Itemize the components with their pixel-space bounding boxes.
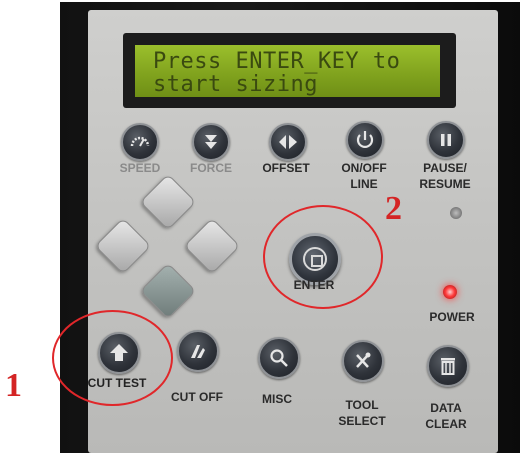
offset-icon <box>279 135 297 149</box>
on-off-line-button[interactable] <box>346 121 384 159</box>
status-led <box>450 207 462 219</box>
speed-label: SPEED <box>119 161 161 175</box>
power-led <box>443 285 457 299</box>
trash-icon <box>441 358 455 375</box>
force-icon <box>205 135 217 149</box>
misc-button[interactable] <box>258 337 300 379</box>
tool-select-button[interactable] <box>342 340 384 382</box>
lcd-line-2: start sizing <box>153 72 318 97</box>
pause-icon <box>441 134 451 146</box>
pause-resume-button[interactable] <box>427 121 465 159</box>
annotation-number-1: 1 <box>5 367 22 404</box>
cut-icon <box>191 345 205 358</box>
offset-button[interactable] <box>269 123 307 161</box>
lcd-line-1: Press ENTER_KEY to <box>153 49 401 74</box>
annotation-circle-enter <box>263 205 383 309</box>
offset-label: OFFSET <box>262 161 310 175</box>
force-label: FORCE <box>190 161 232 175</box>
force-button[interactable] <box>192 123 230 161</box>
speed-icon <box>130 136 150 147</box>
tools-icon <box>356 352 371 368</box>
pause-resume-label: PAUSE/ RESUME <box>419 161 471 191</box>
data-clear-label: DATA CLEAR <box>425 401 467 431</box>
misc-label: MISC <box>262 392 292 406</box>
power-toggle-icon <box>356 131 374 148</box>
tool-select-label: TOOL SELECT <box>338 398 386 428</box>
on-off-line-label: ON/OFF LINE <box>341 161 387 191</box>
annotation-number-2: 2 <box>385 190 402 227</box>
data-clear-button[interactable] <box>427 345 469 387</box>
magnifier-icon <box>270 349 288 367</box>
speed-button[interactable] <box>121 123 159 161</box>
cut-off-label: CUT OFF <box>171 390 223 404</box>
lcd-display: Press ENTER_KEY to start sizing <box>135 45 440 97</box>
power-label: POWER <box>429 310 475 324</box>
annotation-circle-cut-test <box>52 310 173 406</box>
cut-off-button[interactable] <box>177 330 219 372</box>
